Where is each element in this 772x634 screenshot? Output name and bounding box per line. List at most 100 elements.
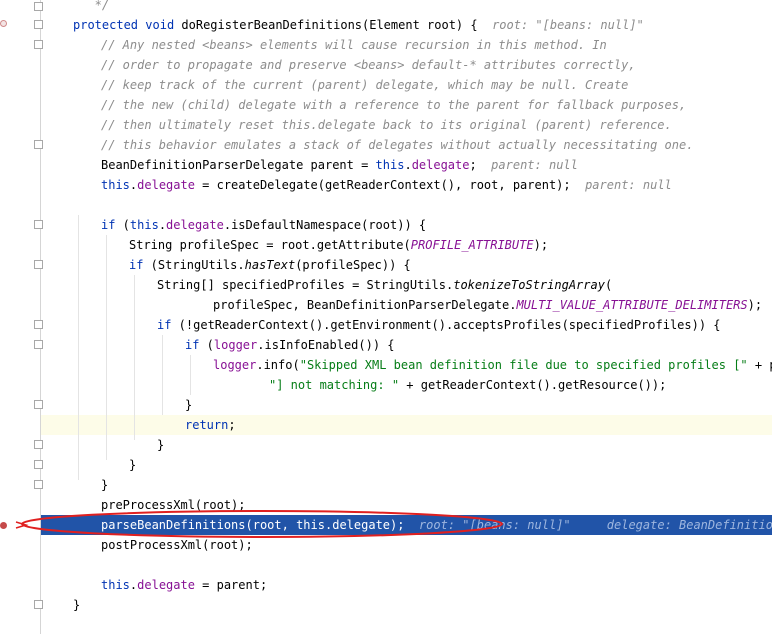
code-text: String[] specifiedProfiles = StringUtils… bbox=[157, 275, 612, 295]
code-line[interactable]: } bbox=[0, 475, 772, 495]
breakpoint-icon[interactable] bbox=[0, 20, 7, 27]
code-line[interactable] bbox=[0, 555, 772, 575]
code-token: .isDefaultNamespace(root)) { bbox=[223, 218, 427, 232]
indent-guide bbox=[106, 235, 107, 460]
code-token: // Any nested <beans> elements will caus… bbox=[101, 38, 607, 52]
code-token: MULTI_VALUE_ATTRIBUTE_DELIMITERS bbox=[516, 298, 748, 312]
inline-debug-value: root: "[beans: null]" bbox=[418, 518, 571, 532]
fold-marker-icon[interactable] bbox=[34, 440, 43, 449]
inline-debug-value: root: "[beans: null]" bbox=[492, 18, 644, 32]
code-token: delegate bbox=[137, 578, 195, 592]
fold-marker-icon[interactable] bbox=[34, 260, 43, 269]
code-token: protected bbox=[73, 18, 139, 32]
inline-debug-value: parent: null bbox=[585, 178, 672, 192]
code-line[interactable]: } bbox=[0, 435, 772, 455]
code-line[interactable]: this.delegate = parent; bbox=[0, 575, 772, 595]
code-line[interactable]: if (logger.isInfoEnabled()) { bbox=[0, 335, 772, 355]
code-line[interactable]: protected void doRegisterBeanDefinitions… bbox=[0, 15, 772, 35]
code-token: if bbox=[185, 338, 200, 352]
code-line[interactable]: } bbox=[0, 395, 772, 415]
code-line[interactable] bbox=[0, 195, 772, 215]
code-line[interactable]: String profileSpec = root.getAttribute(P… bbox=[0, 235, 772, 255]
code-token: void bbox=[145, 18, 175, 32]
code-text: } bbox=[129, 455, 136, 475]
code-line[interactable]: String[] specifiedProfiles = StringUtils… bbox=[0, 275, 772, 295]
code-token: parseBeanDefinitions(root, bbox=[101, 518, 297, 532]
code-line[interactable]: // order to propagate and preserve <bean… bbox=[0, 55, 772, 75]
code-line[interactable]: } bbox=[0, 455, 772, 475]
code-token: (profileSpec)) { bbox=[295, 258, 411, 272]
code-line[interactable]: if (!getReaderContext().getEnvironment()… bbox=[0, 315, 772, 335]
code-text: return; bbox=[185, 415, 236, 435]
fold-marker-icon[interactable] bbox=[34, 20, 43, 29]
code-text: } bbox=[73, 595, 80, 615]
code-token: ; bbox=[469, 158, 492, 172]
code-token: delegate bbox=[137, 178, 195, 192]
code-text: "] not matching: " + getReaderContext().… bbox=[269, 375, 666, 395]
code-line[interactable]: preProcessXml(root); bbox=[0, 495, 772, 515]
code-token: .info( bbox=[256, 358, 300, 372]
code-token: . bbox=[404, 158, 412, 172]
code-text: // order to propagate and preserve <bean… bbox=[101, 55, 636, 75]
code-text: if (this.delegate.isDefaultNamespace(roo… bbox=[101, 215, 426, 235]
code-line[interactable]: "] not matching: " + getReaderContext().… bbox=[0, 375, 772, 395]
fold-marker-icon[interactable] bbox=[34, 400, 43, 409]
code-text: // this behavior emulates a stack of del… bbox=[101, 135, 693, 155]
code-line[interactable]: this.delegate = createDelegate(getReader… bbox=[0, 175, 772, 195]
code-token: PROFILE_ATTRIBUTE bbox=[410, 238, 534, 252]
code-token: BeanDefinitionParserDelegate parent = bbox=[101, 158, 376, 172]
code-text: preProcessXml(root); bbox=[101, 495, 246, 515]
code-line[interactable]: // Any nested <beans> elements will caus… bbox=[0, 35, 772, 55]
code-token: this bbox=[375, 158, 405, 172]
code-line[interactable]: // then ultimately reset this.delegate b… bbox=[0, 115, 772, 135]
code-line[interactable]: BeanDefinitionParserDelegate parent = th… bbox=[0, 155, 772, 175]
code-line[interactable]: if (StringUtils.hasText(profileSpec)) { bbox=[0, 255, 772, 275]
code-line[interactable]: } bbox=[0, 595, 772, 615]
fold-marker-icon[interactable] bbox=[34, 600, 43, 609]
fold-marker-icon[interactable] bbox=[34, 2, 43, 11]
code-token: ( bbox=[115, 218, 130, 232]
editor-gutter[interactable] bbox=[0, 0, 43, 634]
code-token: postProcessXml(root); bbox=[101, 538, 253, 552]
code-line[interactable]: return; bbox=[0, 415, 772, 435]
code-token: // keep track of the current (parent) de… bbox=[101, 78, 629, 92]
code-token: } bbox=[157, 438, 165, 452]
code-text: } bbox=[101, 475, 108, 495]
inline-debug-value: parent: null bbox=[491, 158, 578, 172]
fold-marker-icon[interactable] bbox=[34, 320, 43, 329]
fold-marker-icon[interactable] bbox=[34, 480, 43, 489]
code-line[interactable]: profileSpec, BeanDefinitionParserDelegat… bbox=[0, 295, 772, 315]
fold-marker-icon[interactable] bbox=[34, 220, 43, 229]
code-token: if bbox=[129, 258, 144, 272]
code-line[interactable]: if (this.delegate.isDefaultNamespace(roo… bbox=[0, 215, 772, 235]
code-line[interactable]: logger.info("Skipped XML bean definition… bbox=[0, 355, 772, 375]
code-text: if (!getReaderContext().getEnvironment()… bbox=[157, 315, 721, 335]
fold-marker-icon[interactable] bbox=[34, 340, 43, 349]
code-token: "] not matching: " bbox=[269, 378, 400, 392]
execution-point-icon[interactable] bbox=[0, 522, 7, 529]
code-text: // then ultimately reset this.delegate b… bbox=[101, 115, 672, 135]
code-token: delegate bbox=[166, 218, 224, 232]
code-editor[interactable]: */ protected void doRegisterBeanDefinitio… bbox=[0, 0, 772, 634]
fold-marker-icon[interactable] bbox=[34, 460, 43, 469]
code-token: ( bbox=[604, 278, 613, 292]
code-line[interactable]: postProcessXml(root); bbox=[0, 535, 772, 555]
current-execution-line[interactable]: parseBeanDefinitions(root, this.delegate… bbox=[0, 515, 772, 535]
code-text: if (StringUtils.hasText(profileSpec)) { bbox=[129, 255, 411, 275]
code-token: ); bbox=[747, 298, 763, 312]
code-line[interactable]: // this behavior emulates a stack of del… bbox=[0, 135, 772, 155]
code-token: + profileSpec + bbox=[754, 358, 772, 372]
code-line[interactable]: // the new (child) delegate with a refer… bbox=[0, 95, 772, 115]
code-text: protected void doRegisterBeanDefinitions… bbox=[73, 15, 644, 35]
code-token: ); bbox=[533, 238, 549, 252]
code-line[interactable]: */ bbox=[0, 0, 772, 15]
code-token: this bbox=[101, 178, 130, 192]
fold-marker-icon[interactable] bbox=[34, 140, 43, 149]
code-text: logger.info("Skipped XML bean definition… bbox=[213, 355, 772, 375]
code-token: String profileSpec = root.getAttribute( bbox=[129, 238, 411, 252]
code-line[interactable]: // keep track of the current (parent) de… bbox=[0, 75, 772, 95]
code-text: this.delegate = createDelegate(getReader… bbox=[101, 175, 672, 195]
fold-marker-icon[interactable] bbox=[34, 40, 43, 49]
code-token: this bbox=[296, 518, 325, 532]
